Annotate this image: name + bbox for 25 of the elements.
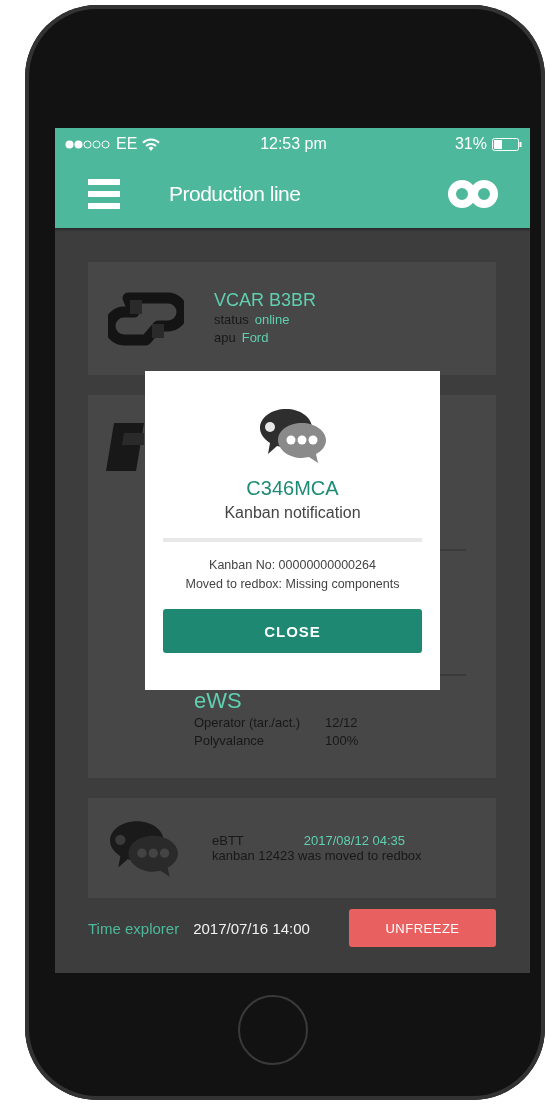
menu-icon[interactable] [88, 179, 120, 209]
message-time: 2017/08/12 04:35 [303, 833, 405, 848]
infinity-logo-icon[interactable] [448, 179, 498, 209]
dialog-text: Kanban No: 00000000000264 [209, 557, 376, 574]
carrier-name: EE [116, 135, 138, 153]
signal-dots-icon [65, 139, 111, 149]
chat-bubbles-icon [108, 819, 180, 877]
machine-name: VCAR B3BR [214, 290, 317, 311]
wifi-icon [142, 137, 161, 151]
time-explorer-label: Time explorer [88, 919, 180, 937]
battery-icon [492, 137, 522, 151]
home-button[interactable] [237, 995, 308, 1065]
time-explorer-value: 2017/07/16 14:00 [193, 919, 311, 937]
station-name: eWS [194, 688, 243, 714]
clock-time: 12:53 pm [259, 135, 328, 153]
screen-title: Production line [169, 182, 302, 206]
unfreeze-button[interactable]: UNFREEZE [349, 909, 496, 947]
dialog-text: Moved to redbox: Missing components [185, 576, 400, 593]
field-value: online [254, 311, 290, 329]
chat-bubbles-icon [257, 407, 328, 463]
kanban-code: C346MCA [246, 477, 339, 500]
dialog-title: Kanban notification [224, 504, 361, 522]
close-button[interactable]: CLOSE [163, 609, 422, 653]
battery-percent: 31% [454, 135, 487, 153]
field-value: Ford [241, 329, 269, 347]
